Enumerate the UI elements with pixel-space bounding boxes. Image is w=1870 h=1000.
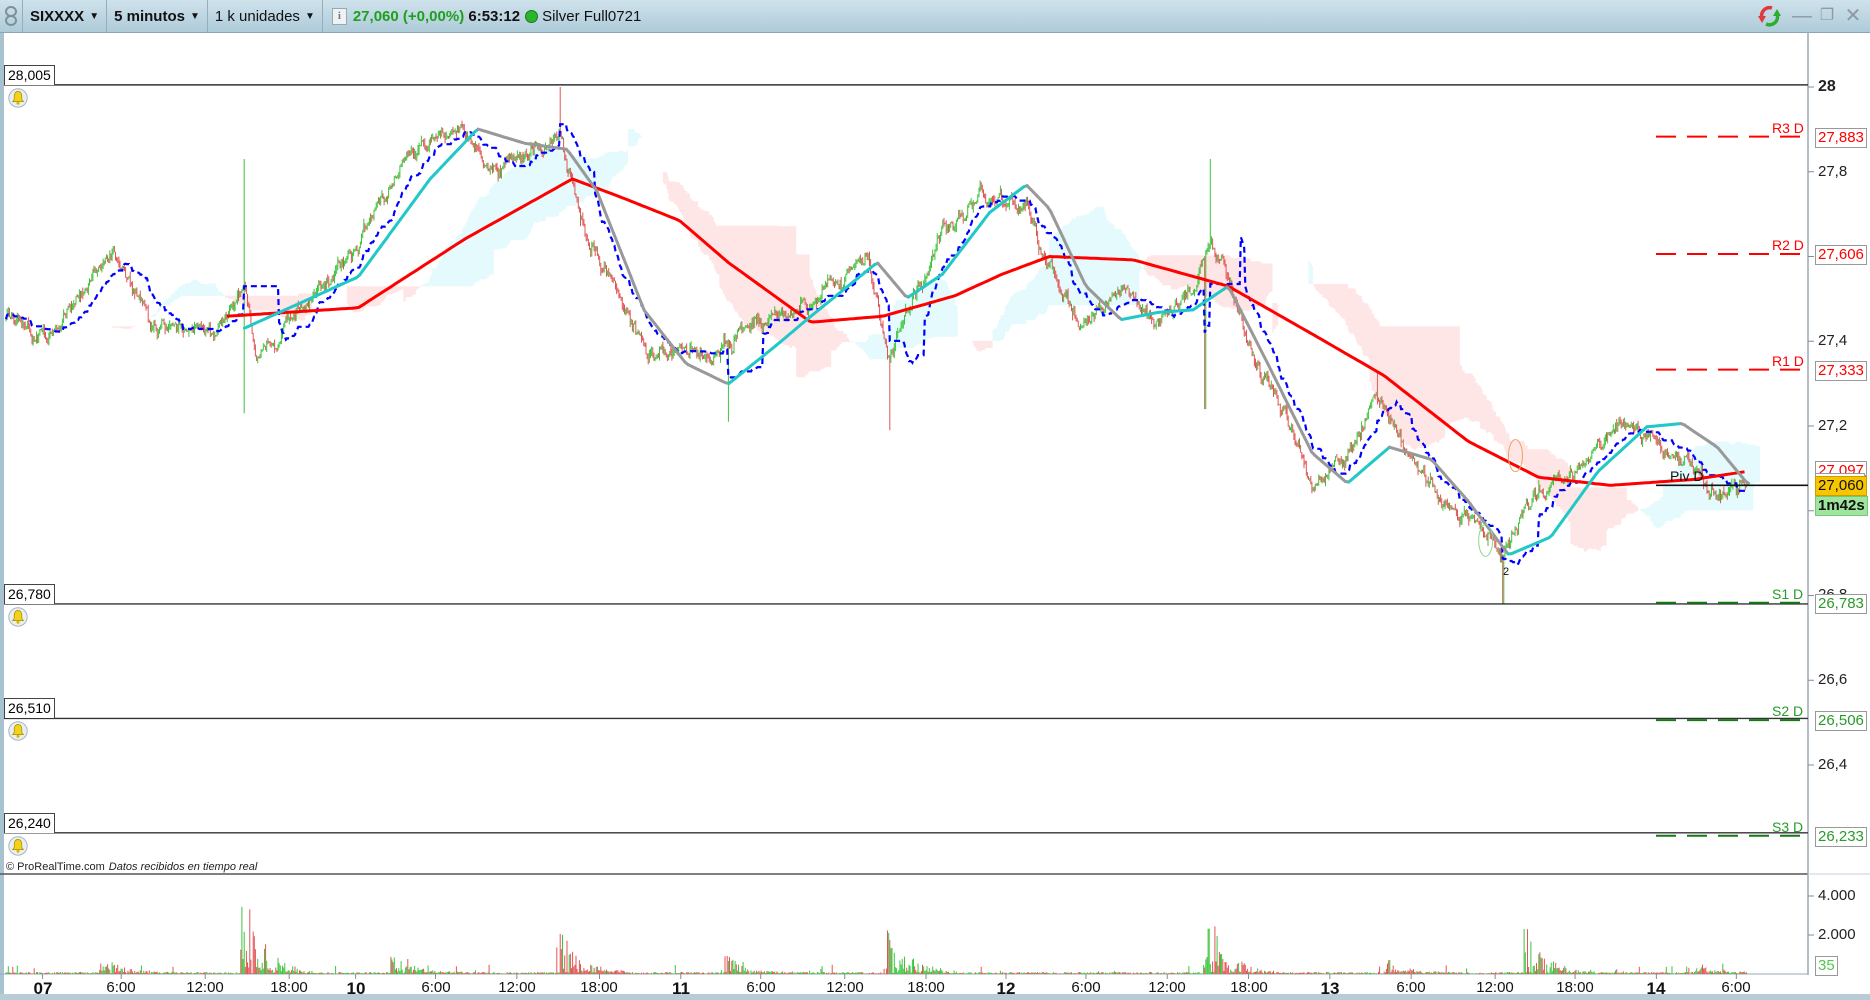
chevron-down-icon: ▼ (89, 10, 100, 22)
chevron-down-icon: ▼ (189, 10, 200, 22)
time-axis-label: 12 (996, 979, 1016, 998)
bell-alert-icon[interactable] (8, 836, 28, 856)
volume-axis-label: 4.000 (1818, 887, 1856, 904)
pivot-name-label: S3 D (1772, 819, 1804, 835)
units-selector[interactable]: 1 k unidades ▼ (208, 0, 322, 33)
link-icon[interactable] (0, 0, 22, 33)
pivot-name-label: Piv D (1670, 468, 1704, 484)
pivot-value-label: 26,506 (1815, 711, 1867, 731)
footer: © ProRealTime.com Datos recibidos en tiem… (6, 861, 257, 873)
level-price-label[interactable]: 28,005 (4, 65, 55, 85)
close-icon[interactable]: ✕ (1844, 5, 1862, 27)
pivot-value-label: 26,233 (1815, 827, 1867, 847)
volume-axis-label: 2.000 (1818, 926, 1856, 943)
current-price-label: 27,060 (1815, 476, 1867, 496)
price-axis-label: 26,6 (1818, 671, 1848, 688)
bell-alert-icon[interactable] (8, 607, 28, 627)
time-axis-label: 11 (672, 979, 690, 998)
price-axis-label: 28 (1818, 78, 1836, 95)
time-axis-label: 18:00 (270, 979, 308, 996)
price-axis-label: 26,4 (1818, 756, 1848, 773)
price-axis-label: 27,8 (1818, 163, 1848, 180)
pivot-value-label: 27,333 (1815, 361, 1867, 381)
time-axis-label: 18:00 (1556, 979, 1594, 996)
price-chart[interactable] (0, 0, 1870, 1000)
refresh-icon[interactable] (1756, 4, 1784, 28)
pivot-name-label: S1 D (1772, 586, 1804, 602)
pivot-name-label: R2 D (1772, 237, 1804, 253)
instrument-name: Silver Full0721 (542, 7, 642, 25)
level-price-label[interactable]: 26,780 (4, 584, 55, 604)
copyright-text: © ProRealTime.com (6, 861, 105, 873)
left-border (0, 33, 4, 995)
time-axis-label: 18:00 (907, 979, 945, 996)
time-axis-label: 6:00 (421, 979, 451, 996)
symbol-selector[interactable]: SIXXXX ▼ (23, 0, 106, 33)
pivot-value-label: 27,606 (1815, 245, 1867, 265)
time-axis-label: 07 (33, 979, 53, 998)
last-price: 27,060 (352, 7, 399, 25)
signal-annotation: 2 (1503, 566, 1510, 578)
pivot-name-label: R3 D (1772, 120, 1804, 136)
time-axis-label: 6:00 (746, 979, 776, 996)
status-dot-icon (525, 9, 539, 23)
time-axis-label: 12:00 (186, 979, 224, 996)
pivot-value-label: 27,883 (1815, 128, 1867, 148)
time-axis-label: 14 (1646, 979, 1666, 998)
time-axis-label: 12:00 (498, 979, 536, 996)
time-axis-label: 12:00 (1148, 979, 1186, 996)
quote-info: i 27,060 (+0,00%) 6:53:12 Silver Full072… (323, 0, 648, 33)
info-icon[interactable]: i (331, 7, 347, 25)
units-label: 1 k unidades (214, 7, 300, 25)
time-axis-label: 6:00 (1071, 979, 1101, 996)
time-axis-label: 18:00 (580, 979, 618, 996)
quote-time: 6:53:12 (468, 7, 521, 25)
price-axis-label: 27,4 (1818, 332, 1848, 349)
level-price-label[interactable]: 26,240 (4, 813, 55, 833)
realtime-status-text: Datos recibidos en tiempo real (108, 861, 258, 873)
current-volume-label: 35 (1815, 956, 1838, 976)
time-axis-label: 6:00 (1396, 979, 1426, 996)
timeframe-selector[interactable]: 5 minutos ▼ (107, 0, 207, 33)
level-price-label[interactable]: 26,510 (4, 698, 55, 718)
chart-toolbar: SIXXXX ▼ 5 minutos ▼ 1 k unidades ▼ i 27,06… (0, 0, 1870, 33)
candle-countdown-label: 1m42s (1815, 496, 1868, 516)
restore-icon[interactable]: ❐ (1818, 5, 1836, 27)
time-axis-label: 10 (346, 979, 366, 998)
bell-alert-icon[interactable] (8, 88, 28, 108)
pivot-value-label: 26,783 (1815, 594, 1867, 614)
price-axis-label: 27,2 (1818, 417, 1848, 434)
bell-alert-icon[interactable] (8, 721, 28, 741)
chevron-down-icon: ▼ (304, 10, 315, 22)
time-axis-label: 13 (1320, 979, 1340, 998)
symbol-label: SIXXXX (30, 7, 85, 25)
pivot-name-label: S2 D (1772, 703, 1804, 719)
pivot-name-label: R1 D (1772, 353, 1804, 369)
time-axis-label: 6:00 (106, 979, 136, 996)
time-axis-label: 18:00 (1230, 979, 1268, 996)
minimize-icon[interactable]: — (1792, 5, 1812, 27)
price-change: (+0,00%) (402, 7, 465, 25)
time-axis-label: 12:00 (1476, 979, 1514, 996)
time-axis-label: 6:00 (1721, 979, 1751, 996)
time-axis-label: 12:00 (826, 979, 864, 996)
moving-average-short-segment (1743, 479, 1750, 485)
timeframe-label: 5 minutos (114, 7, 185, 25)
